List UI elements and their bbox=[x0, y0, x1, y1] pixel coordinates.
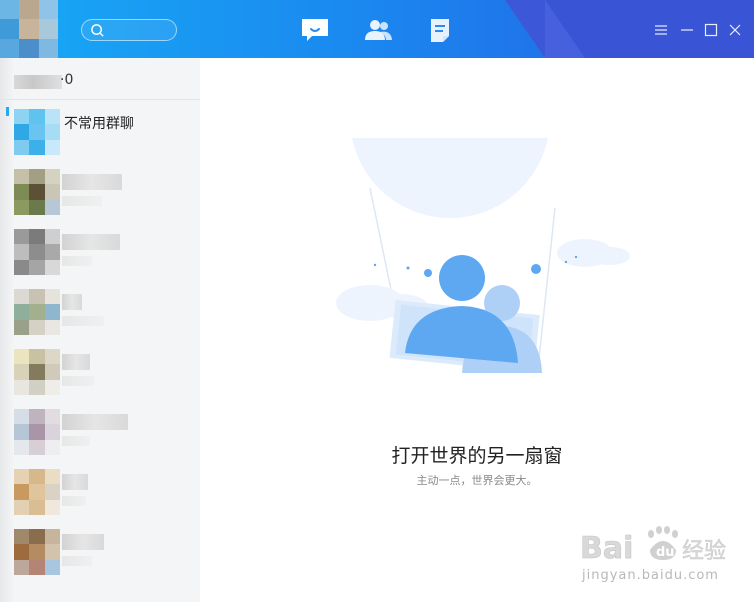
group-icon bbox=[14, 109, 60, 155]
list-item-infrequent-groups[interactable]: 不常用群聊 bbox=[0, 102, 200, 162]
obscured-name bbox=[62, 174, 122, 190]
svg-text:Bai: Bai bbox=[580, 531, 633, 566]
avatar bbox=[14, 529, 60, 575]
close-icon[interactable] bbox=[727, 22, 743, 38]
avatar bbox=[14, 289, 60, 335]
search-icon bbox=[91, 24, 104, 37]
unread-marker bbox=[6, 107, 9, 116]
list-item[interactable] bbox=[0, 282, 200, 342]
obscured-name bbox=[62, 354, 90, 370]
chat-bubble-icon bbox=[302, 19, 328, 41]
menu-icon[interactable] bbox=[653, 22, 669, 38]
sidebar-header[interactable]: ·0 bbox=[0, 58, 200, 100]
document-icon bbox=[431, 19, 449, 42]
obscured-name bbox=[62, 534, 104, 550]
list-item[interactable] bbox=[0, 222, 200, 282]
sidebar-header-count: ·0 bbox=[60, 72, 74, 88]
maximize-icon[interactable] bbox=[703, 22, 719, 38]
list-item-label: 不常用群聊 bbox=[64, 116, 134, 132]
top-bar bbox=[0, 0, 754, 58]
empty-state-title: 打开世界的另一扇窗 bbox=[391, 445, 563, 467]
svg-text:du: du bbox=[656, 545, 675, 560]
list-item[interactable] bbox=[0, 522, 200, 582]
search-input[interactable] bbox=[108, 22, 174, 40]
decor-stripe bbox=[545, 0, 754, 58]
svg-text:经验: 经验 bbox=[682, 539, 726, 564]
tab-space[interactable] bbox=[425, 16, 457, 44]
conversation-sidebar: ·0 不常用群聊 bbox=[0, 58, 200, 602]
baidu-jingyan-watermark: Bai du 经验 jingyan.baidu.com bbox=[576, 518, 746, 590]
baidu-logo: Bai du 经验 bbox=[580, 526, 726, 566]
obscured-message bbox=[62, 196, 102, 206]
obscured-account-name bbox=[14, 75, 62, 89]
list-item[interactable] bbox=[0, 162, 200, 222]
obscured-message bbox=[62, 316, 104, 326]
tab-contacts[interactable] bbox=[362, 16, 394, 44]
obscured-message bbox=[62, 556, 92, 566]
decor-stripe bbox=[505, 0, 545, 58]
obscured-message bbox=[62, 436, 90, 446]
list-item[interactable] bbox=[0, 462, 200, 522]
list-item[interactable] bbox=[0, 342, 200, 402]
contacts-icon bbox=[365, 20, 392, 40]
user-avatar[interactable] bbox=[0, 0, 58, 58]
list-item[interactable] bbox=[0, 402, 200, 462]
avatar bbox=[14, 169, 60, 215]
obscured-message bbox=[62, 496, 86, 506]
avatar bbox=[14, 409, 60, 455]
obscured-message bbox=[62, 376, 94, 386]
obscured-message bbox=[62, 256, 92, 266]
avatar bbox=[14, 229, 60, 275]
obscured-name bbox=[62, 234, 120, 250]
avatar bbox=[14, 469, 60, 515]
obscured-name bbox=[62, 414, 128, 430]
tab-messages[interactable] bbox=[299, 16, 331, 44]
obscured-name bbox=[62, 474, 88, 490]
obscured-name bbox=[62, 294, 82, 310]
empty-state-subtitle: 主动一点，世界会更大。 bbox=[416, 474, 538, 487]
avatar bbox=[14, 349, 60, 395]
search-box[interactable] bbox=[81, 19, 177, 41]
balloon-illustration bbox=[336, 138, 630, 373]
minimize-icon[interactable] bbox=[679, 22, 695, 38]
window-edge-shadow bbox=[0, 58, 14, 602]
watermark-url: jingyan.baidu.com bbox=[582, 568, 719, 583]
